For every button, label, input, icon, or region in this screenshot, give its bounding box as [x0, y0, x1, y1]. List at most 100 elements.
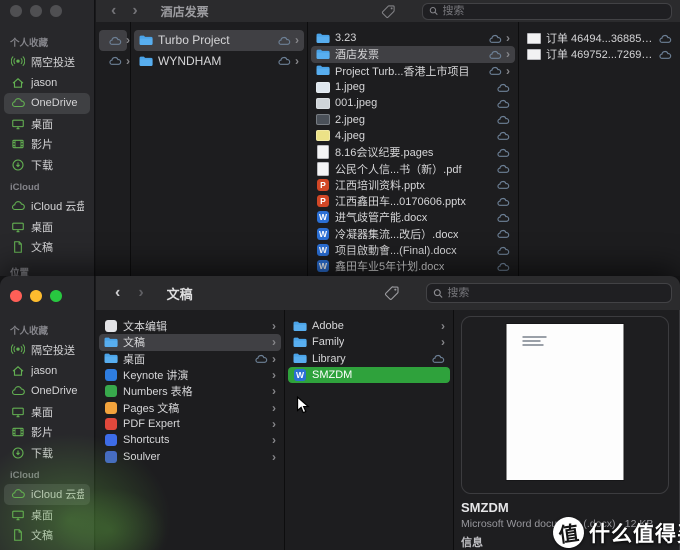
zoom-button[interactable]: [50, 290, 62, 302]
sidebar-item[interactable]: 桌面: [4, 505, 90, 526]
minimize-button[interactable]: [30, 290, 42, 302]
file-row[interactable]: 3.23 ›: [311, 30, 515, 46]
folder-icon: [139, 34, 153, 47]
file-row[interactable]: Project Turb...香港上市项目 ›: [311, 63, 515, 79]
zoom-button[interactable]: [50, 5, 62, 17]
sidebar-item-label: 桌面: [31, 406, 53, 419]
document-icon: [10, 528, 25, 543]
file-row[interactable]: Library: [288, 351, 450, 367]
file-row[interactable]: 文稿 ›: [99, 334, 281, 351]
file-row[interactable]: PDF Expert ›: [99, 416, 281, 432]
column-documents: 文本编辑 › 文稿 › 桌面 › Keynote 讲演 › Numbers 表格 › Pages 文…: [96, 310, 285, 550]
search-input[interactable]: [438, 5, 665, 17]
back-button[interactable]: ‹: [110, 285, 125, 301]
sidebar-item[interactable]: 影片: [4, 134, 90, 155]
file-row-fragment[interactable]: ›: [99, 30, 130, 51]
column-fragment: › ›: [96, 22, 131, 276]
file-row[interactable]: W 冷凝器集流...改后）.docx: [311, 226, 515, 242]
document-thumbnail[interactable]: [506, 324, 624, 480]
sidebar-item-label: 下载: [31, 447, 53, 460]
close-button[interactable]: [10, 290, 22, 302]
file-row[interactable]: W 进气歧管产能.docx: [311, 209, 515, 225]
file-row[interactable]: Pages 文稿 ›: [99, 399, 281, 415]
file-row[interactable]: Shortcuts ›: [99, 432, 281, 448]
column-files: 3.23 › 酒店发票 › Project Turb...香港上市项目 › 1.jpeg 00…: [308, 22, 519, 276]
tag-icon[interactable]: [381, 4, 396, 19]
tag-icon[interactable]: [384, 285, 400, 301]
sidebar-item[interactable]: jason: [4, 361, 90, 382]
cloud-icon: [10, 199, 25, 214]
file-row[interactable]: W 鑫田车业5年计划.docx: [311, 258, 515, 274]
sidebar-item[interactable]: 桌面: [4, 114, 90, 135]
file-row[interactable]: 订单 469752...726942.pdf: [522, 46, 677, 62]
sidebar-item[interactable]: 隔空投送: [4, 52, 90, 73]
file-row[interactable]: 4.jpeg: [311, 128, 515, 144]
file-row[interactable]: P 江西鑫田车...0170606.pptx: [311, 193, 515, 209]
sidebar-section-header: 个人收藏: [10, 326, 49, 337]
app-folder-icon: [104, 417, 118, 430]
forward-button[interactable]: ›: [127, 3, 142, 19]
file-row[interactable]: 公民个人信...书（新）.pdf: [311, 160, 515, 176]
file-row[interactable]: Family ›: [288, 334, 450, 350]
sidebar-section-header: 位置: [10, 267, 30, 277]
sidebar-item[interactable]: 隔空投送: [4, 340, 90, 361]
sidebar-item[interactable]: 文稿: [4, 237, 90, 258]
file-row[interactable]: WYNDHAM ›: [134, 51, 304, 72]
search-field: [426, 283, 672, 303]
chevron-right-icon: ›: [441, 335, 445, 350]
file-row[interactable]: 订单 46494...3688571.pdf: [522, 30, 677, 46]
cloud-icon: [10, 487, 25, 502]
file-row[interactable]: 酒店发票 ›: [311, 46, 515, 63]
forward-button[interactable]: ›: [133, 285, 148, 301]
folder-icon: [104, 352, 118, 365]
chevron-right-icon: ›: [295, 53, 299, 68]
file-row[interactable]: Numbers 表格 ›: [99, 383, 281, 399]
file-name: 冷凝器集流...改后）.docx: [335, 228, 459, 241]
app-folder-icon: [104, 434, 118, 447]
sidebar: 个人收藏 隔空投送 jason OneDrive 桌面 影片 下载 iCloud iCloud …: [0, 0, 95, 276]
sidebar-item[interactable]: 桌面: [4, 402, 90, 423]
search-input[interactable]: [443, 287, 665, 299]
sidebar-item[interactable]: iCloud 云盘: [4, 484, 90, 505]
file-row[interactable]: W SMZDM: [288, 366, 450, 384]
sidebar-item-label: 桌面: [31, 509, 53, 522]
minimize-button[interactable]: [30, 5, 42, 17]
chevron-right-icon: ›: [272, 384, 276, 399]
sidebar-item-label: jason: [31, 76, 58, 89]
file-row[interactable]: Keynote 讲演 ›: [99, 367, 281, 383]
file-name: PDF Expert: [123, 417, 180, 430]
file-row[interactable]: Turbo Project ›: [134, 30, 304, 51]
file-row[interactable]: 8.16会议纪要.pages: [311, 144, 515, 160]
file-row[interactable]: Adobe ›: [288, 318, 450, 334]
sidebar-item-label: jason: [31, 364, 58, 377]
sidebar-item[interactable]: jason: [4, 73, 90, 94]
folder-icon: [104, 336, 118, 349]
sidebar-item[interactable]: OneDrive: [4, 381, 90, 402]
file-row[interactable]: 1.jpeg: [311, 79, 515, 95]
folder-icon: [293, 336, 307, 349]
file-name: WYNDHAM: [158, 53, 222, 68]
smzdm-logo-icon: 值: [550, 514, 587, 550]
sidebar-item[interactable]: 下载: [4, 155, 90, 176]
image-thumbnail-icon: [316, 113, 330, 126]
column-view: 文本编辑 › 文稿 › 桌面 › Keynote 讲演 › Numbers 表格 › Pages 文…: [96, 310, 680, 550]
sidebar-item[interactable]: iCloud 云盘: [4, 196, 90, 217]
sidebar-item[interactable]: OneDrive: [4, 93, 90, 114]
file-row-fragment[interactable]: ›: [99, 51, 130, 72]
file-row[interactable]: 桌面 ›: [99, 351, 281, 367]
file-row[interactable]: 文本编辑 ›: [99, 318, 281, 334]
file-row[interactable]: P 江西培训资料.pptx: [311, 177, 515, 193]
file-name: 订单 46494...3688571.pdf: [546, 33, 654, 46]
sidebar-item[interactable]: 影片: [4, 422, 90, 443]
back-button[interactable]: ‹: [106, 3, 121, 19]
sidebar-item[interactable]: 桌面: [4, 217, 90, 238]
file-row[interactable]: Soulver ›: [99, 448, 281, 464]
preview-file-name: SMZDM: [461, 500, 509, 515]
file-row[interactable]: 001.jpeg: [311, 95, 515, 111]
chevron-right-icon: ›: [506, 31, 510, 46]
sidebar-item[interactable]: 文稿: [4, 525, 90, 546]
close-button[interactable]: [10, 5, 22, 17]
file-row[interactable]: W 项目啟動會...(Final).docx: [311, 242, 515, 258]
file-row[interactable]: 2.jpeg: [311, 111, 515, 127]
sidebar-item[interactable]: 下载: [4, 443, 90, 464]
